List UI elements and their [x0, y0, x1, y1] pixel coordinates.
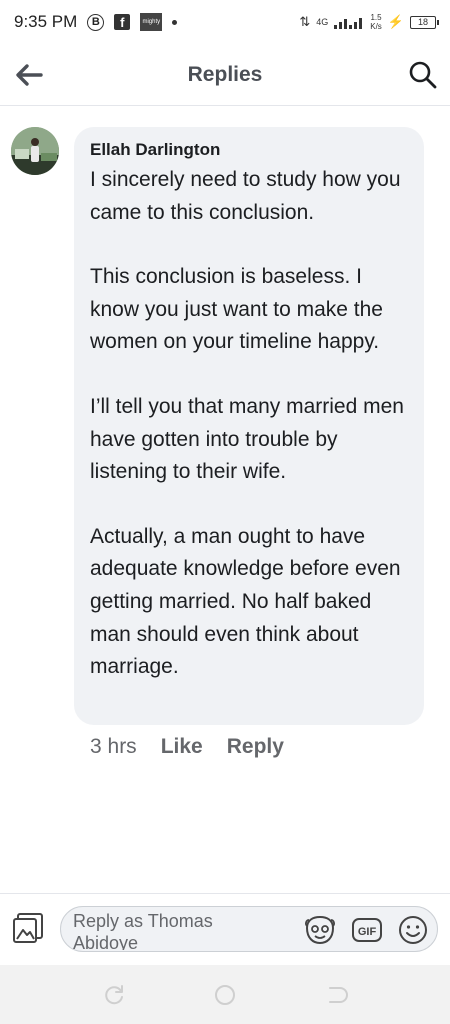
back-nav-icon[interactable]	[325, 983, 349, 1007]
reply-placeholder: Reply as Thomas Abidoye	[73, 911, 213, 950]
comment-timestamp: 3 hrs	[90, 735, 137, 758]
network-type: 4G	[316, 17, 329, 27]
b-notification-icon: B	[87, 13, 105, 31]
comment-paragraph: I’ll tell you that many married men have…	[90, 394, 404, 484]
status-time: 9:35 PM	[14, 12, 78, 31]
avatar-photo-icon	[11, 127, 59, 175]
page-title: Replies	[187, 62, 263, 86]
signal-icon	[334, 18, 363, 29]
app-notification-icon: mighty	[140, 13, 163, 31]
home-icon[interactable]	[213, 983, 237, 1007]
status-bar: 9:35 PM B f mighty ⇅ 4G 1.5 K/s ⚡ 18	[0, 0, 450, 44]
comment-author[interactable]: Ellah Darlington	[90, 140, 408, 160]
gif-icon[interactable]: GIF	[351, 914, 383, 946]
more-notifications-dot-icon	[172, 19, 178, 25]
no-sim-icon: ⚡	[387, 14, 404, 29]
sticker-icon[interactable]	[303, 914, 337, 946]
reply-bar: Reply as Thomas Abidoye GIF	[0, 893, 450, 965]
reply-input[interactable]: Reply as Thomas Abidoye GIF	[60, 906, 438, 952]
avatar[interactable]	[11, 127, 59, 175]
svg-text:GIF: GIF	[358, 926, 377, 938]
system-nav-bar	[0, 965, 450, 1024]
back-arrow-icon[interactable]	[14, 62, 44, 88]
photo-icon[interactable]	[12, 911, 46, 945]
like-button[interactable]: Like	[161, 735, 203, 759]
comment-bubble[interactable]: Ellah Darlington I sincerely need to stu…	[74, 127, 424, 725]
search-icon[interactable]	[408, 60, 438, 90]
comment-paragraph: This conclusion is baseless. I know you …	[90, 265, 383, 354]
comment-actions: 3 hrs Like Reply	[90, 735, 284, 759]
battery-icon: 18	[410, 15, 439, 29]
emoji-icon[interactable]	[397, 914, 429, 946]
data-transfer-icon: ⇅	[299, 14, 311, 29]
network-speed: 1.5 K/s	[370, 13, 382, 31]
app-header: Replies	[0, 44, 450, 106]
comment-paragraph: Actually, a man ought to have adequate k…	[90, 524, 401, 679]
comment-paragraph: I sincerely need to study how you came t…	[90, 168, 401, 224]
facebook-notification-icon: f	[114, 14, 131, 30]
reply-button[interactable]: Reply	[227, 735, 284, 759]
recent-apps-icon[interactable]	[102, 983, 126, 1007]
